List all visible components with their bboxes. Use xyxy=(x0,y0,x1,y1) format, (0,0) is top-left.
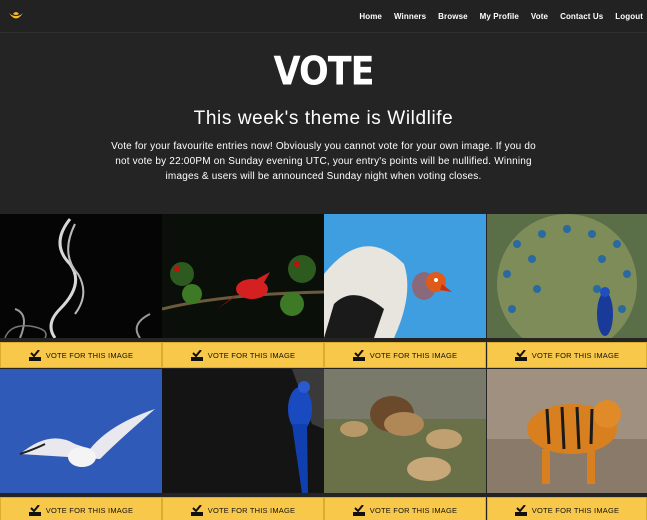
vote-button-label: VOTE FOR THIS IMAGE xyxy=(45,350,134,360)
logo-icon[interactable] xyxy=(8,10,24,22)
vote-button-label: VOTE FOR THIS IMAGE xyxy=(45,505,134,515)
voting-description: Vote for your favourite entries now! Obv… xyxy=(111,141,536,182)
vote-button[interactable]: VOTE FOR THIS IMAGE xyxy=(487,497,647,520)
vote-button-label: VOTE FOR THIS IMAGE xyxy=(531,505,620,515)
entry-photo-tiger[interactable] xyxy=(487,369,647,493)
ballot-box-icon xyxy=(352,504,365,516)
nav-contact-us[interactable]: Contact Us xyxy=(560,12,603,21)
entry-photo-abstract[interactable] xyxy=(0,214,162,338)
nav-my-profile[interactable]: My Profile xyxy=(480,12,519,21)
entry-photo-lions[interactable] xyxy=(324,369,486,493)
vote-button-label: VOTE FOR THIS IMAGE xyxy=(369,505,458,515)
entry-photo-macaw[interactable] xyxy=(162,369,324,493)
entry-photo-peacock[interactable] xyxy=(487,214,647,338)
navbar: Home Winners Browse My Profile Vote Cont… xyxy=(0,0,647,33)
vote-button[interactable]: VOTE FOR THIS IMAGE xyxy=(0,497,162,520)
main-nav: Home Winners Browse My Profile Vote Cont… xyxy=(347,0,643,33)
page-title: VOTE xyxy=(273,49,374,95)
vote-button-label: VOTE FOR THIS IMAGE xyxy=(369,350,458,360)
nav-home[interactable]: Home xyxy=(359,12,382,21)
vote-button[interactable]: VOTE FOR THIS IMAGE xyxy=(487,342,647,368)
nav-winners[interactable]: Winners xyxy=(394,12,426,21)
theme-heading: This week's theme is Wildlife xyxy=(193,108,454,129)
vote-button-label: VOTE FOR THIS IMAGE xyxy=(531,350,620,360)
entry-photo-cardinal[interactable] xyxy=(162,214,324,338)
entry-photo-vulture[interactable] xyxy=(324,214,486,338)
vote-button[interactable]: VOTE FOR THIS IMAGE xyxy=(324,342,486,368)
nav-logout[interactable]: Logout xyxy=(615,12,643,21)
vote-button-label: VOTE FOR THIS IMAGE xyxy=(207,505,296,515)
vote-button-label: VOTE FOR THIS IMAGE xyxy=(207,350,296,360)
ballot-box-icon xyxy=(190,349,203,361)
ballot-box-icon xyxy=(514,349,527,361)
vote-button[interactable]: VOTE FOR THIS IMAGE xyxy=(324,497,486,520)
entry-photo-seagull[interactable] xyxy=(0,369,162,493)
vote-button[interactable]: VOTE FOR THIS IMAGE xyxy=(162,342,324,368)
nav-browse[interactable]: Browse xyxy=(438,12,468,21)
hero-section: VOTE This week's theme is Wildlife Vote … xyxy=(0,33,647,214)
ballot-box-icon xyxy=(190,504,203,516)
ballot-box-icon xyxy=(28,504,41,516)
nav-vote[interactable]: Vote xyxy=(531,12,548,21)
ballot-box-icon xyxy=(28,349,41,361)
ballot-box-icon xyxy=(514,504,527,516)
ballot-box-icon xyxy=(352,349,365,361)
vote-button[interactable]: VOTE FOR THIS IMAGE xyxy=(0,342,162,368)
vote-button[interactable]: VOTE FOR THIS IMAGE xyxy=(162,497,324,520)
